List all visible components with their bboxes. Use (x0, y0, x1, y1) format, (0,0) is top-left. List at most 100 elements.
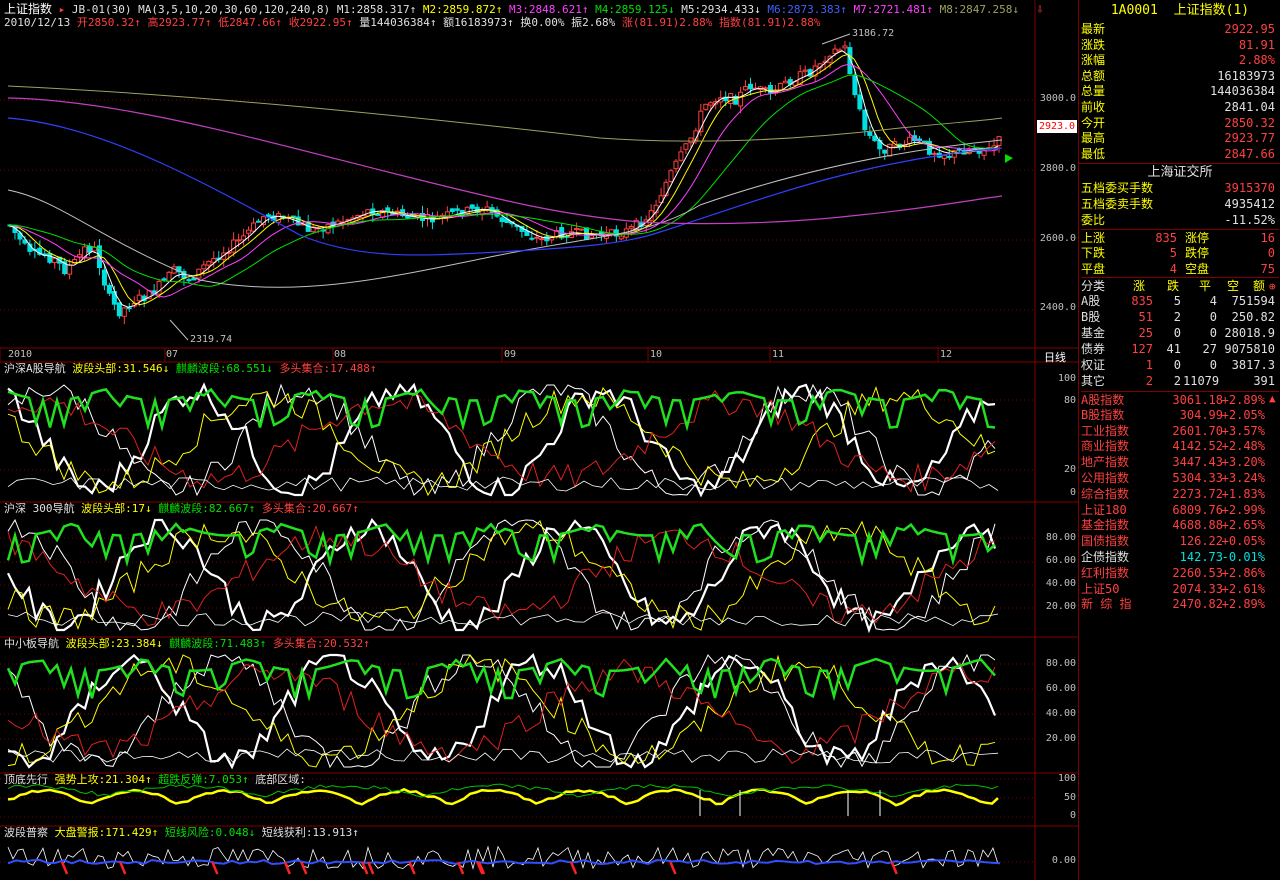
candle-body (201, 264, 207, 270)
index-row[interactable]: 商业指数 4142.52 +2.48% (1081, 438, 1279, 454)
quote-row[interactable]: 今开 2850.32 (1081, 115, 1279, 131)
index-row[interactable]: 上证180 6809.76 +2.99% (1081, 502, 1279, 518)
quote-row[interactable]: 前收 2841.04 (1081, 99, 1279, 115)
index-row[interactable]: 上证50 2074.33 +2.61% (1081, 581, 1279, 597)
class-down: 5 (1173, 294, 1181, 308)
quote-value: 144036384 (1209, 84, 1275, 99)
class-row[interactable]: A股 835 5 4 751594 (1081, 293, 1279, 309)
quote-value: 2.88% (1238, 53, 1275, 68)
breadth-val1: 5 (1169, 246, 1177, 260)
quote-row[interactable]: 最新 2922.95 (1081, 21, 1279, 37)
order-key: 委比 (1081, 213, 1106, 227)
quote-row[interactable]: 总额 16183973 (1081, 68, 1279, 84)
stock-name[interactable]: 上证指数(1) (1174, 3, 1249, 18)
panel-a-axis-0: 0 (1069, 487, 1076, 498)
breadth-key1: 下跌 (1081, 246, 1106, 260)
index-pct: +2.05% (1221, 407, 1265, 422)
date-2010: 2010 (8, 349, 33, 360)
candle-body (206, 260, 212, 266)
class-amount: 250.82 (1231, 310, 1275, 324)
candle-body (290, 215, 296, 218)
quote-value: 81.91 (1238, 37, 1275, 52)
index-row[interactable]: 新 综 指 2470.82 +2.89% (1081, 596, 1279, 612)
candle-body (852, 75, 858, 96)
expand-icon[interactable]: ⊕ (1269, 280, 1276, 293)
index-key: 上证50 (1081, 581, 1120, 596)
index-row[interactable]: B股指数 304.99 +2.05% (1081, 407, 1279, 423)
index-row[interactable]: 公用指数 5304.33 +3.24% (1081, 470, 1279, 486)
panel-topbottom-title: 顶底先行 强势上攻:21.304↑ 超跌反弹:7.053↑ 底部区域: (4, 773, 306, 786)
quote-key: 今开 (1081, 115, 1106, 130)
candle-body (683, 143, 689, 150)
class-row[interactable]: 其它 2 2 11079 391 (1081, 373, 1279, 389)
index-pct: +3.24% (1221, 471, 1265, 485)
stock-code[interactable]: 1A0001 (1111, 3, 1158, 18)
breadth-key2: 跌停 (1185, 246, 1210, 260)
index-row[interactable]: 企债指数 142.73 -0.01% (1081, 549, 1279, 565)
index-pct: +2.65% (1221, 518, 1265, 533)
index-row[interactable]: 基金指数 4688.88 +2.65% (1081, 517, 1279, 533)
quote-row[interactable]: 总量 144036384 (1081, 83, 1279, 99)
index-row[interactable]: 综合指数 2273.72 +1.83% (1081, 486, 1279, 502)
survey-red-mark (119, 861, 127, 875)
quote-key: 最新 (1081, 22, 1106, 36)
panel-tb-axis-100: 100 (1057, 773, 1076, 784)
breadth-val1: 835 (1155, 231, 1177, 245)
breadth-val2: 75 (1260, 262, 1275, 276)
class-amount: 9075810 (1224, 342, 1275, 356)
index-row[interactable]: 国债指数 126.22 +0.05% (1081, 533, 1279, 549)
index-pct: +3.57% (1221, 423, 1265, 438)
period-daily-button[interactable]: 日线 (1044, 349, 1066, 365)
class-down: 0 (1173, 326, 1181, 340)
breadth-row[interactable]: 平盘 4 空盘 75 (1081, 261, 1279, 277)
candle-body (121, 307, 127, 317)
quote-key: 总额 (1081, 68, 1106, 83)
ma-line-yellow (7, 53, 999, 306)
chart-canvas[interactable] (0, 0, 1078, 880)
quote-row[interactable]: 涨跌 81.91 (1081, 37, 1279, 53)
candle-body (166, 271, 172, 282)
ma-line-blue (7, 117, 1003, 256)
order-row[interactable]: 委比 -11.52% (1081, 212, 1279, 228)
index-row[interactable]: 红利指数 2260.53 +2.86% (1081, 565, 1279, 581)
quote-row[interactable]: 最低 2847.66 (1081, 146, 1279, 162)
order-row[interactable]: 五档委买手数 3915370 (1081, 180, 1279, 196)
quote-row[interactable]: 最高 2923.77 (1081, 130, 1279, 146)
class-amount: 751594 (1231, 294, 1275, 308)
breadth-row[interactable]: 上涨 835 涨停 16 (1081, 229, 1279, 246)
order-row[interactable]: 五档委卖手数 4935412 (1081, 196, 1279, 212)
index-row[interactable]: 工业指数 2601.70 +3.57% (1081, 423, 1279, 439)
survey-red-mark (669, 861, 677, 875)
class-flat: 0 (1209, 310, 1217, 324)
class-header-cell: 跌 (1167, 279, 1180, 293)
index-row[interactable]: 地产指数 3447.43 +3.20% (1081, 454, 1279, 470)
quote-value: 16183973 (1217, 68, 1275, 83)
class-row[interactable]: 基金 25 0 0 28018.9 (1081, 325, 1279, 341)
candle-body (748, 83, 754, 90)
candle-body (499, 217, 505, 223)
candle-body (256, 220, 261, 223)
breadth-row[interactable]: 下跌 5 跌停 0 (1081, 245, 1279, 261)
index-key: 综合指数 (1081, 486, 1130, 501)
class-row[interactable]: 债券 127 41 27 9075810 (1081, 341, 1279, 357)
class-header-cell: 涨 (1133, 279, 1146, 293)
quote-row[interactable]: 涨幅 2.88% (1081, 52, 1279, 68)
index-key: 国债指数 (1081, 534, 1130, 549)
candle-body (688, 137, 694, 144)
scroll-up-icon[interactable]: ▲ (1269, 392, 1276, 405)
index-row[interactable]: A股指数 3061.18 +2.89% (1081, 391, 1279, 408)
high-mark: 3186.72 (852, 28, 895, 39)
class-row[interactable]: B股 51 2 0 250.82 (1081, 309, 1279, 325)
candle-body (52, 257, 58, 264)
class-flat: 4 (1209, 294, 1217, 308)
class-key: 基金 (1081, 326, 1106, 340)
candle-body (241, 235, 247, 241)
index-value: 4688.88 (1172, 518, 1223, 533)
class-up: 1 (1145, 358, 1153, 372)
index-value: 3447.43 (1172, 455, 1223, 470)
panel-sme-axis-60: 60.00 (1045, 683, 1076, 694)
panel-tb-axis-0: 0 (1069, 810, 1076, 821)
quote-value: 2922.95 (1224, 22, 1275, 36)
class-row[interactable]: 权证 1 0 0 3817.3 (1081, 357, 1279, 373)
candle-body (588, 235, 594, 239)
